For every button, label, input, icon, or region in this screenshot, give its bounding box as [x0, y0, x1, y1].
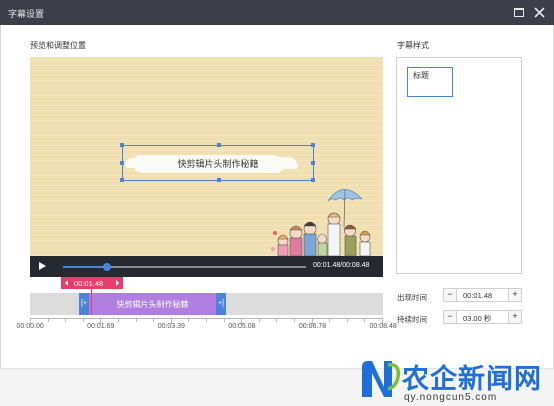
close-button[interactable] [532, 5, 546, 19]
caption-text: 快剪辑片头制作秘籍 [177, 159, 259, 169]
watermark-logo-icon [362, 361, 401, 397]
subtitle-styles-list: 标题 [396, 57, 522, 274]
title-bar: 字幕设置 [0, 0, 554, 25]
window-title: 字幕设置 [8, 9, 45, 19]
duration-label: 持续时间 [397, 315, 427, 324]
watermark-url: qy.nongcun5.com [404, 392, 498, 403]
ruler-label: 00:01.69 [87, 323, 115, 330]
styles-section-label: 字幕样式 [397, 41, 429, 50]
progress-track[interactable] [63, 263, 306, 271]
ruler-label: 00:00.00 [16, 323, 44, 330]
ruler-tick [276, 319, 278, 322]
ruler-tick [258, 319, 260, 322]
video-illustration [271, 189, 371, 256]
progress-knob[interactable] [102, 263, 111, 271]
playhead-time: 00:01.48 [74, 279, 104, 288]
video-preview[interactable]: 快剪辑片头制作秘籍 [30, 57, 383, 256]
clip-right-handle[interactable]: +] [216, 293, 226, 315]
left-arrow-icon[interactable] [65, 280, 68, 286]
ruler-tick [223, 319, 225, 322]
player-controls: 00:01.48/00:08.48 [30, 256, 383, 277]
resize-handle[interactable] [120, 161, 124, 165]
ruler-label: 00:05.08 [228, 323, 256, 330]
duration-increment-button[interactable]: + [508, 311, 521, 323]
resize-handle[interactable] [217, 143, 221, 147]
ruler-tick [47, 319, 49, 322]
preview-section-label: 预览和调整位置 [30, 41, 86, 50]
ruler-tick [82, 319, 84, 322]
maximize-button[interactable] [512, 5, 526, 19]
ruler-tick [135, 319, 137, 322]
ruler-tick [153, 319, 155, 322]
appear-time-increment-button[interactable]: + [508, 289, 521, 301]
clip-label: 快剪辑片头制作秘籍 [116, 300, 189, 309]
ruler-tick [206, 319, 207, 322]
playhead-marker[interactable]: 00:01.48 [61, 277, 123, 289]
time-ruler [30, 318, 383, 324]
resize-handle[interactable] [311, 143, 315, 147]
ruler-tick [364, 319, 366, 322]
resize-handle[interactable] [217, 178, 221, 182]
ruler-tick [118, 319, 119, 322]
subtitle-clip[interactable]: [+ 快剪辑片头制作秘籍 +] [79, 293, 226, 315]
ruler-label: 00:06.78 [298, 323, 327, 330]
play-icon[interactable] [39, 262, 46, 270]
ruler-tick [329, 319, 331, 322]
resize-handle[interactable] [120, 143, 124, 147]
site-watermark: 农企新闻网 qy.nongcun5.com [358, 355, 554, 406]
appear-time-stepper[interactable]: − 00:01.48 + [443, 288, 522, 302]
ruler-tick [346, 319, 348, 322]
ruler-label: 00:03.39 [157, 323, 185, 330]
appear-time-value[interactable]: 00:01.48 [463, 291, 492, 300]
close-icon [533, 6, 545, 18]
appear-time-label: 出现时间 [397, 293, 427, 302]
ruler-tick [294, 319, 295, 322]
resize-handle[interactable] [120, 178, 124, 182]
ruler-label: 00:08.48 [369, 323, 397, 330]
maximize-icon [514, 7, 524, 17]
right-arrow-icon[interactable] [116, 280, 119, 286]
progress-fill [63, 266, 107, 268]
duration-value[interactable]: 03.00 秒 [463, 313, 491, 324]
ruler-tick [65, 319, 67, 322]
appear-time-decrement-button[interactable]: − [444, 289, 457, 301]
style-item-title[interactable]: 标题 [407, 67, 453, 97]
ruler-tick [188, 319, 190, 322]
time-display: 00:01.48/00:08.48 [313, 262, 370, 269]
resize-handle[interactable] [311, 161, 315, 165]
duration-stepper[interactable]: − 03.00 秒 + [443, 310, 522, 324]
watermark-title: 农企新闻网 [402, 364, 542, 395]
playhead-line [91, 289, 92, 315]
duration-decrement-button[interactable]: − [444, 311, 457, 323]
